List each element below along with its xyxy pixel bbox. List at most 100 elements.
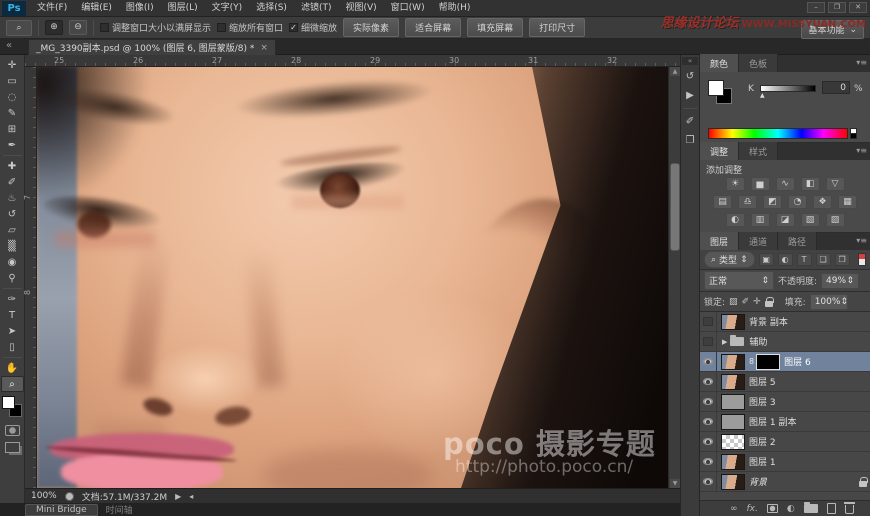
quick-selection-tool[interactable]: ✎ <box>1 105 24 121</box>
menu-file[interactable]: 文件(F) <box>30 0 74 17</box>
layer-name[interactable]: 图层 1 副本 <box>749 415 796 428</box>
visibility-eye-icon[interactable] <box>703 378 713 385</box>
quick-mask-button[interactable] <box>4 425 20 436</box>
tab-styles[interactable]: 样式 <box>739 142 779 160</box>
selective-color-adjustment-icon[interactable]: ▧ <box>800 213 820 227</box>
move-tool[interactable]: ✛ <box>1 57 24 73</box>
scrubby-zoom-option[interactable]: ✓ 细微缩放 <box>289 21 337 34</box>
layer-filter-type-dropdown[interactable]: ⌕ 类型 ⇕ <box>704 251 755 268</box>
vibrance-adjustment-icon[interactable]: ▽ <box>825 177 845 191</box>
zoom-in-button[interactable]: ⊕ <box>45 20 63 35</box>
layer-row[interactable]: 背景 副本 <box>700 311 870 332</box>
smart-object-filter-icon[interactable]: ❒ <box>834 253 850 266</box>
lock-pixels-icon[interactable]: ✐ <box>742 297 750 307</box>
menu-view[interactable]: 视图(V) <box>338 0 383 17</box>
delete-layer-icon[interactable] <box>843 502 855 514</box>
lasso-tool[interactable]: ◌ <box>1 89 24 105</box>
scroll-down-arrow[interactable]: ▼ <box>670 479 680 488</box>
menu-type[interactable]: 文字(Y) <box>205 0 250 17</box>
menu-filter[interactable]: 滤镜(T) <box>294 0 339 17</box>
panel-menu-icon[interactable]: ▾≡ <box>856 146 867 155</box>
path-selection-tool[interactable]: ➤ <box>1 323 24 339</box>
black-white-adjustment-icon[interactable]: ◩ <box>763 195 782 209</box>
tab-adjustments[interactable]: 调整 <box>700 142 740 160</box>
add-mask-icon[interactable] <box>766 504 778 513</box>
actual-pixels-button[interactable]: 实际像素 <box>343 18 400 37</box>
zoom-tool[interactable]: ⌕ <box>0 376 24 392</box>
photo-filter-adjustment-icon[interactable]: ◔ <box>788 195 807 209</box>
layer-name[interactable]: 图层 5 <box>749 375 776 388</box>
scrollbar-thumb[interactable] <box>670 163 680 251</box>
filter-toggle-switch[interactable] <box>858 253 866 266</box>
layer-thumbnail[interactable] <box>721 473 745 490</box>
lock-all-icon[interactable] <box>764 296 774 307</box>
fill-screen-button[interactable]: 填充屏幕 <box>467 18 524 37</box>
visibility-eye-icon[interactable] <box>703 458 713 465</box>
threshold-adjustment-icon[interactable]: ◪ <box>775 213 795 227</box>
menu-select[interactable]: 选择(S) <box>249 0 294 17</box>
eraser-tool[interactable]: ▱ <box>1 222 24 238</box>
lock-position-icon[interactable]: ✛ <box>753 297 761 307</box>
levels-adjustment-icon[interactable]: ▅ <box>750 177 770 191</box>
slider-caret-icon[interactable]: ▲ <box>760 92 765 99</box>
zoom-tool-badge[interactable]: ⌕ <box>6 19 32 36</box>
new-group-icon[interactable] <box>803 502 818 513</box>
visibility-cell[interactable] <box>700 451 717 472</box>
document-tab[interactable]: _MG_3390副本.psd @ 100% (图层 6, 图层蒙版/8) * × <box>28 39 276 55</box>
tab-color[interactable]: 颜色 <box>700 54 740 72</box>
gradient-map-adjustment-icon[interactable]: ▨ <box>825 213 845 227</box>
invert-adjustment-icon[interactable]: ◐ <box>725 213 745 227</box>
brush-panel-icon[interactable]: ✐ <box>681 113 699 129</box>
vertical-scrollbar[interactable]: ▲ ▼ <box>668 67 680 488</box>
layer-row[interactable]: 图层 1 <box>700 451 870 472</box>
print-size-button[interactable]: 打印尺寸 <box>529 18 586 37</box>
menu-image[interactable]: 图像(I) <box>119 0 161 17</box>
menu-edit[interactable]: 编辑(E) <box>74 0 119 17</box>
visibility-cell[interactable] <box>700 471 717 492</box>
layer-thumbnail[interactable] <box>721 313 745 330</box>
shape-layers-filter-icon[interactable]: ❑ <box>815 253 831 266</box>
fit-screen-button[interactable]: 适合屏幕 <box>405 18 462 37</box>
menu-window[interactable]: 窗口(W) <box>384 0 432 17</box>
layer-name[interactable]: 背景 副本 <box>749 315 788 328</box>
black-swatch[interactable] <box>850 133 857 139</box>
color-lookup-adjustment-icon[interactable]: ▦ <box>838 195 857 209</box>
layer-name[interactable]: 辅助 <box>749 335 767 348</box>
zoom-all-windows-option[interactable]: 缩放所有窗口 <box>217 21 283 34</box>
tab-swatches[interactable]: 色板 <box>739 54 779 72</box>
layer-row-selected[interactable]: 8 图层 6 <box>700 351 870 372</box>
shape-tool[interactable]: ▯ <box>1 339 24 355</box>
layer-row[interactable]: 图层 1 副本 <box>700 411 870 432</box>
layer-style-icon[interactable]: fx. <box>747 504 758 514</box>
opacity-field[interactable]: 49% ⇕ <box>821 272 860 289</box>
hue-saturation-adjustment-icon[interactable]: ▤ <box>713 195 732 209</box>
scroll-up-arrow[interactable]: ▲ <box>670 67 680 76</box>
tab-close-icon[interactable]: × <box>260 43 268 53</box>
layer-thumbnail[interactable] <box>721 413 745 430</box>
resize-windows-option[interactable]: 调整窗口大小以满屏显示 <box>100 21 211 34</box>
visibility-off-icon[interactable] <box>703 317 713 326</box>
foreground-color-swatch[interactable] <box>1 396 15 409</box>
lock-transparency-icon[interactable]: ▨ <box>729 297 738 307</box>
foreground-color-swatch[interactable] <box>708 80 724 96</box>
pixel-layers-filter-icon[interactable]: ▣ <box>758 253 774 266</box>
timeline-button[interactable]: 时间轴 <box>106 503 133 516</box>
color-spectrum-ramp[interactable] <box>708 128 848 139</box>
checkbox-unchecked-icon[interactable] <box>217 23 227 32</box>
tab-paths[interactable]: 路径 <box>778 232 818 250</box>
menu-layer[interactable]: 图层(L) <box>161 0 205 17</box>
k-value-field[interactable]: 0 <box>822 81 850 94</box>
visibility-cell[interactable] <box>700 311 717 332</box>
checkbox-unchecked-icon[interactable] <box>100 23 109 32</box>
link-layers-icon[interactable]: ∞ <box>730 504 738 514</box>
brush-tool[interactable]: ✐ <box>1 174 24 190</box>
eyedropper-tool[interactable]: ✒ <box>1 137 24 153</box>
layer-row[interactable]: 图层 2 <box>700 431 870 452</box>
layer-group-row[interactable]: ▶ 辅助 <box>700 331 870 352</box>
visibility-cell[interactable] <box>700 431 717 452</box>
blur-tool[interactable]: ◉ <box>1 254 24 270</box>
crop-tool[interactable]: ⊞ <box>1 121 24 137</box>
new-layer-icon[interactable] <box>826 503 836 514</box>
clone-stamp-tool[interactable]: ♨ <box>1 190 24 206</box>
group-expand-icon[interactable]: ▶ <box>722 338 727 346</box>
